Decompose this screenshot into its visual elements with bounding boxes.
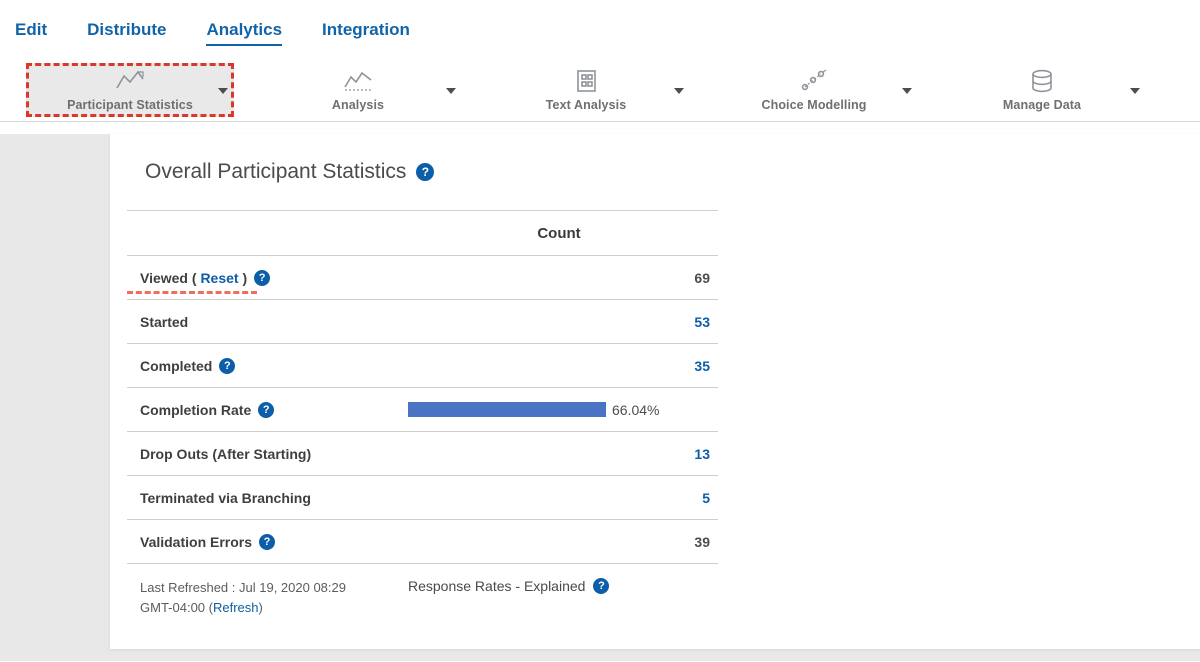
nav-edit[interactable]: Edit bbox=[15, 20, 47, 46]
completion-rate-label: Completion Rate bbox=[140, 402, 251, 418]
chevron-down-icon[interactable] bbox=[674, 88, 684, 94]
row-label: Viewed ( Reset ) bbox=[127, 270, 400, 286]
top-header: Edit Distribute Analytics Integration Pa… bbox=[0, 0, 1200, 122]
help-icon[interactable] bbox=[254, 270, 270, 286]
table-row-started: Started 53 bbox=[127, 300, 718, 344]
started-label: Started bbox=[140, 314, 188, 330]
row-value: 5 bbox=[400, 490, 718, 506]
toolbar-label: Participant Statistics bbox=[67, 98, 193, 112]
help-icon[interactable] bbox=[416, 163, 434, 181]
response-rates-explained: Response Rates - Explained bbox=[408, 578, 609, 594]
last-refreshed-line2: GMT-04:00 ( bbox=[140, 600, 213, 615]
toolbar-item-text-analysis[interactable]: Text Analysis bbox=[472, 62, 700, 118]
table-row-terminated: Terminated via Branching 5 bbox=[127, 476, 718, 520]
validation-errors-label: Validation Errors bbox=[140, 534, 252, 550]
table-row-drop-outs: Drop Outs (After Starting) 13 bbox=[127, 432, 718, 476]
card-title-row: Overall Participant Statistics bbox=[110, 134, 1200, 184]
row-label: Drop Outs (After Starting) bbox=[127, 446, 400, 462]
chevron-down-icon[interactable] bbox=[902, 88, 912, 94]
toolbar-stack: Participant Statistics bbox=[67, 68, 193, 112]
count-column-header: Count bbox=[400, 225, 718, 242]
toolbar-item-choice-modelling[interactable]: Choice Modelling bbox=[700, 62, 928, 118]
table-header-row: Count bbox=[127, 211, 718, 256]
toolbar-stack: Analysis bbox=[332, 68, 384, 112]
toolbar-label: Choice Modelling bbox=[761, 98, 866, 112]
page: Edit Distribute Analytics Integration Pa… bbox=[0, 0, 1200, 662]
toolbar-label: Text Analysis bbox=[546, 98, 627, 112]
response-rates-label: Response Rates - Explained bbox=[408, 578, 585, 594]
chevron-down-icon[interactable] bbox=[1130, 88, 1140, 94]
completion-rate-value: 66.04% bbox=[612, 402, 659, 418]
database-icon bbox=[1026, 68, 1058, 94]
drop-outs-label: Drop Outs (After Starting) bbox=[140, 446, 311, 462]
toolbar-label: Analysis bbox=[332, 98, 384, 112]
content-area: Overall Participant Statistics Count Vie… bbox=[0, 134, 1200, 661]
help-icon[interactable] bbox=[259, 534, 275, 550]
row-label: Completed bbox=[127, 358, 400, 374]
completed-label: Completed bbox=[140, 358, 212, 374]
page-title: Overall Participant Statistics bbox=[145, 160, 406, 184]
table-row-viewed: Viewed ( Reset ) 69 bbox=[127, 256, 718, 300]
main-nav: Edit Distribute Analytics Integration bbox=[0, 0, 1200, 58]
last-refreshed: Last Refreshed : Jul 19, 2020 08:29 GMT-… bbox=[140, 578, 408, 618]
viewed-label: Viewed ( Reset ) bbox=[140, 270, 247, 286]
toolbar-stack: Choice Modelling bbox=[761, 68, 866, 112]
row-value: 39 bbox=[400, 534, 718, 550]
terminated-label: Terminated via Branching bbox=[140, 490, 311, 506]
completion-rate-bar bbox=[408, 402, 606, 417]
table-row-validation-errors: Validation Errors 39 bbox=[127, 520, 718, 564]
row-label: Completion Rate bbox=[127, 402, 400, 418]
toolbar-item-manage-data[interactable]: Manage Data bbox=[928, 62, 1156, 118]
statistics-table: Count Viewed ( Reset ) 69 Started 53 bbox=[127, 210, 718, 564]
chevron-down-icon[interactable] bbox=[446, 88, 456, 94]
annotation-underline bbox=[127, 291, 257, 294]
toolbar-item-analysis[interactable]: Analysis bbox=[244, 62, 472, 118]
card-footer: Last Refreshed : Jul 19, 2020 08:29 GMT-… bbox=[140, 578, 1200, 618]
text-grid-icon bbox=[570, 68, 602, 94]
reset-link[interactable]: Reset bbox=[200, 270, 238, 286]
analytics-toolbar: Participant Statistics Analysis bbox=[0, 58, 1200, 122]
row-value: 53 bbox=[400, 314, 718, 330]
refresh-link[interactable]: Refresh bbox=[213, 600, 259, 615]
toolbar-stack: Manage Data bbox=[1003, 68, 1081, 112]
toolbar-label: Manage Data bbox=[1003, 98, 1081, 112]
toolbar-stack: Text Analysis bbox=[546, 68, 627, 112]
last-refreshed-line2-suffix: ) bbox=[259, 600, 263, 615]
nav-distribute[interactable]: Distribute bbox=[87, 20, 166, 46]
help-icon[interactable] bbox=[593, 578, 609, 594]
table-row-completed: Completed 35 bbox=[127, 344, 718, 388]
row-value: 13 bbox=[400, 446, 718, 462]
last-refreshed-line1: Last Refreshed : Jul 19, 2020 08:29 bbox=[140, 580, 346, 595]
area-chart-icon bbox=[342, 68, 374, 94]
line-chart-icon bbox=[114, 68, 146, 94]
row-value: 35 bbox=[400, 358, 718, 374]
completion-rate-cell: 66.04% bbox=[400, 402, 718, 418]
participant-statistics-card: Overall Participant Statistics Count Vie… bbox=[110, 134, 1200, 649]
scatter-chart-icon bbox=[798, 68, 830, 94]
row-label: Validation Errors bbox=[127, 534, 400, 550]
row-label: Started bbox=[127, 314, 400, 330]
nav-integration[interactable]: Integration bbox=[322, 20, 410, 46]
chevron-down-icon[interactable] bbox=[218, 88, 228, 94]
help-icon[interactable] bbox=[219, 358, 235, 374]
row-value: 69 bbox=[400, 270, 718, 286]
toolbar-item-participant-statistics[interactable]: Participant Statistics bbox=[16, 62, 244, 118]
table-row-completion-rate: Completion Rate 66.04% bbox=[127, 388, 718, 432]
help-icon[interactable] bbox=[258, 402, 274, 418]
nav-analytics[interactable]: Analytics bbox=[206, 20, 282, 46]
row-label: Terminated via Branching bbox=[127, 490, 400, 506]
